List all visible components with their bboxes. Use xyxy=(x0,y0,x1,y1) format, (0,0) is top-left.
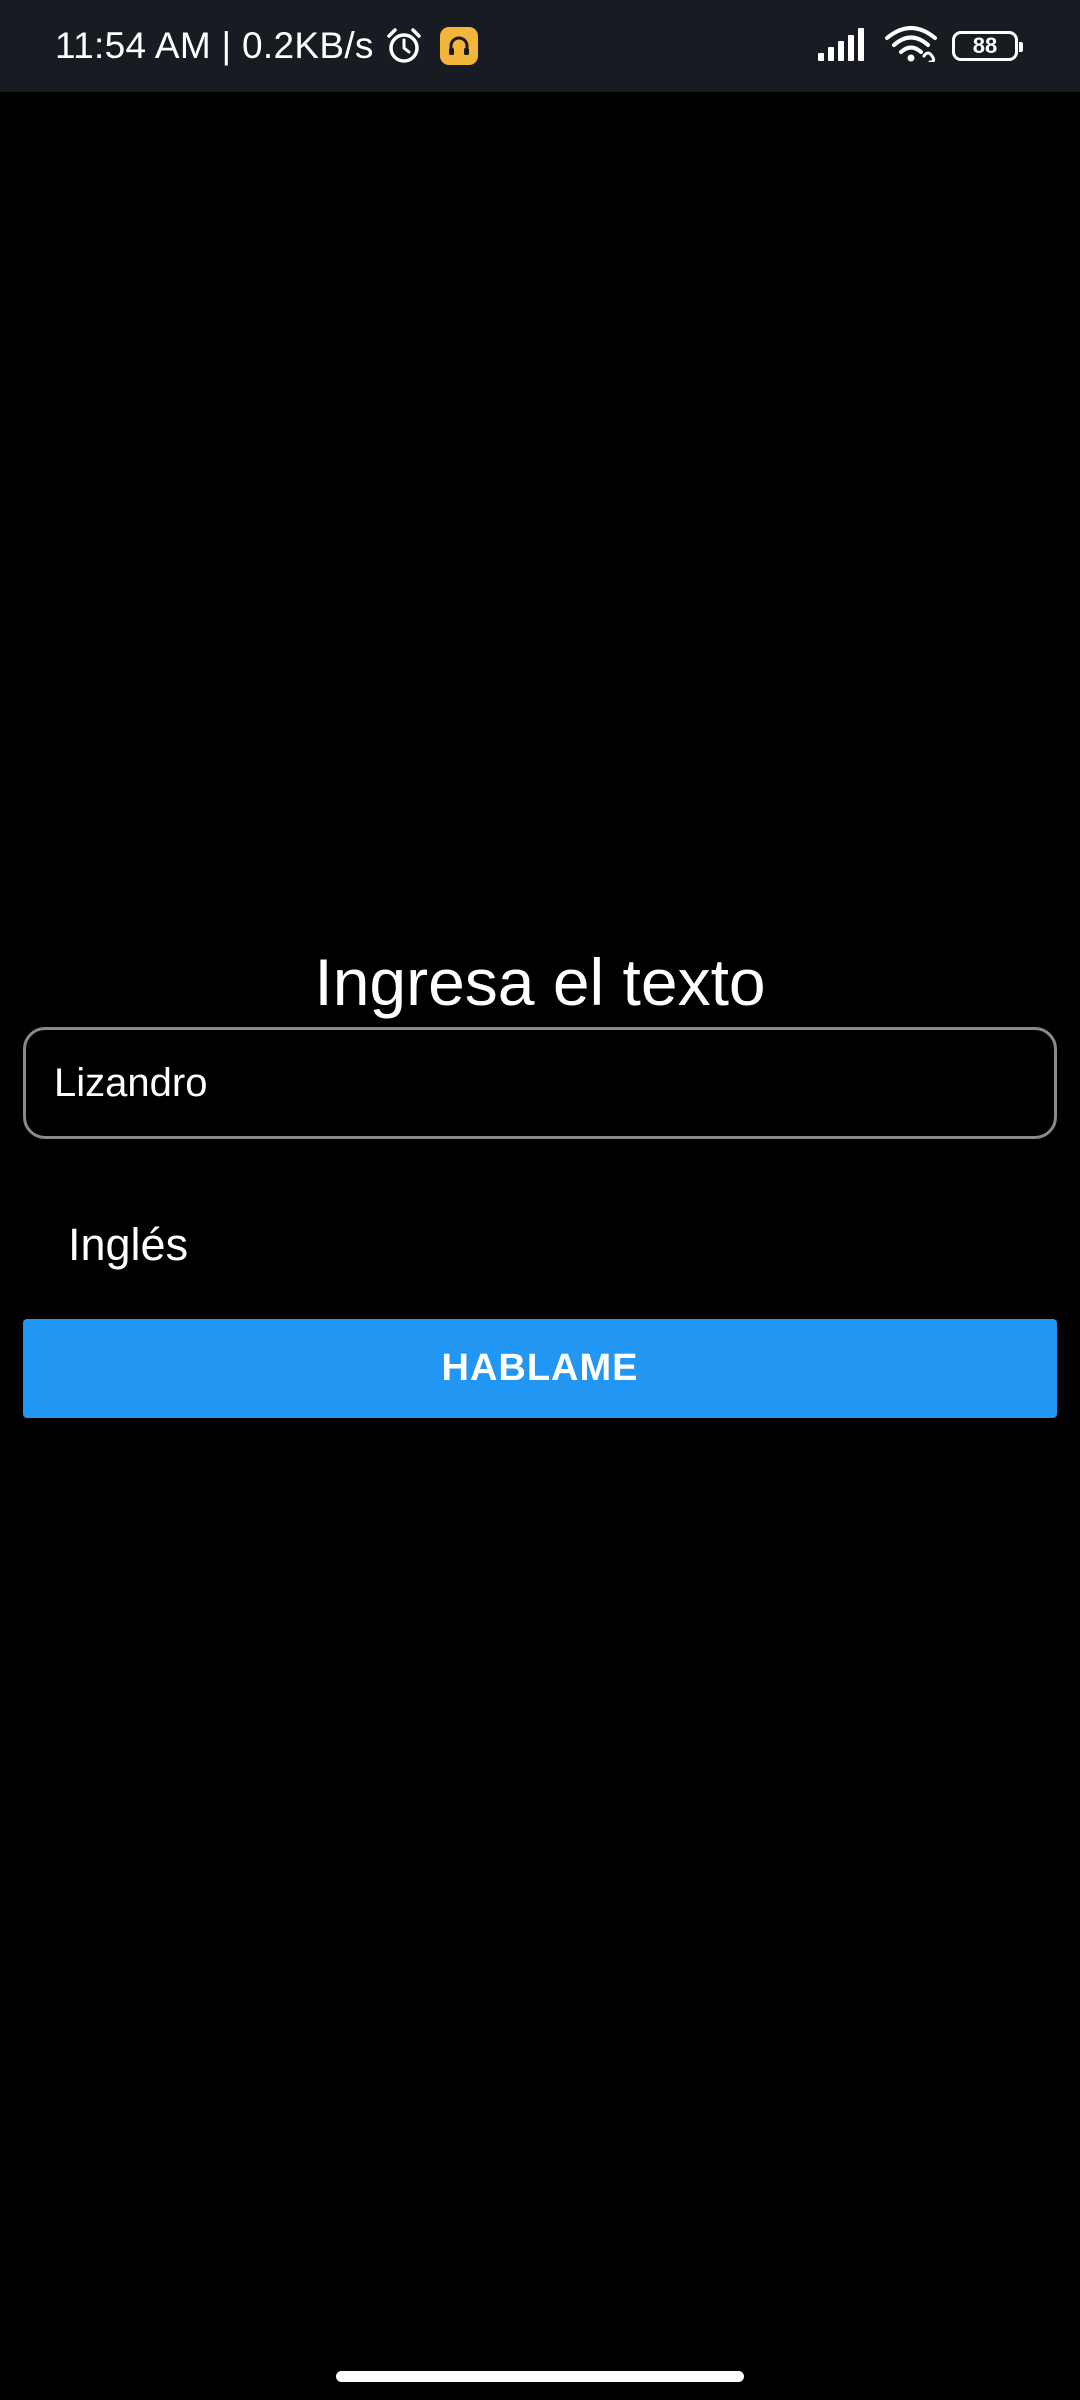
speak-button[interactable]: HABLAME xyxy=(23,1319,1057,1418)
text-input-field[interactable]: Lizandro xyxy=(23,1027,1057,1139)
speak-button-label: HABLAME xyxy=(441,1347,639,1389)
wifi-icon xyxy=(884,25,938,67)
status-right: 88 xyxy=(818,0,1023,92)
battery-tip xyxy=(1019,42,1023,52)
page-title: Ingresa el texto xyxy=(314,945,766,1019)
battery-level: 88 xyxy=(972,33,998,58)
battery-icon: 88 xyxy=(952,31,1023,61)
status-time-speed: 11:54 AM | 0.2KB/s xyxy=(55,25,374,66)
language-selector[interactable]: Inglés xyxy=(68,1218,188,1272)
alarm-icon xyxy=(384,26,424,66)
status-left: 11:54 AM | 0.2KB/s xyxy=(55,0,478,92)
text-input-value[interactable]: Lizandro xyxy=(54,1061,207,1106)
home-indicator[interactable] xyxy=(336,2371,744,2382)
status-bar: 11:54 AM | 0.2KB/s 88 xyxy=(0,0,1080,92)
signal-icon xyxy=(818,27,870,66)
app-notification-icon xyxy=(439,27,478,65)
